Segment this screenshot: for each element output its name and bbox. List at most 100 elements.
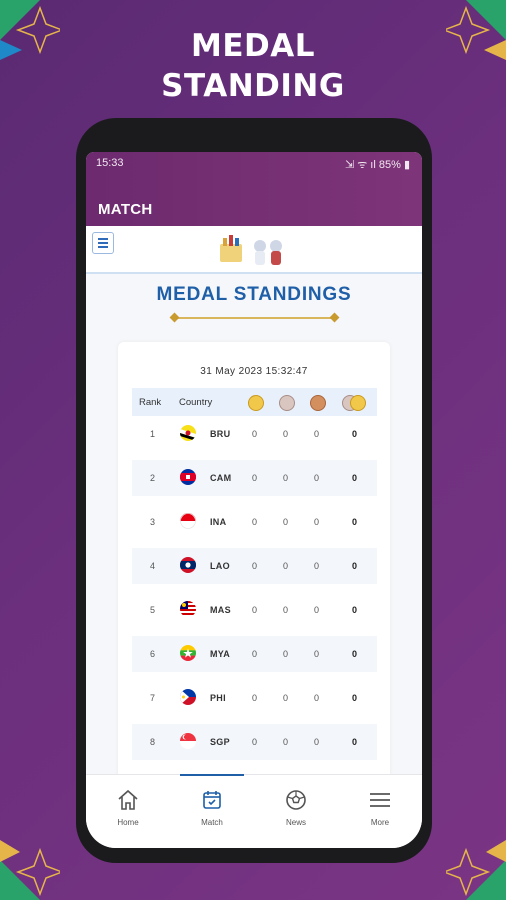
row-country-code: LAO <box>210 561 230 571</box>
nav-label-match: Match <box>201 818 223 827</box>
row-total: 0 <box>352 429 358 439</box>
promo-title-line2: STANDING <box>161 68 345 104</box>
flag-indonesia-icon <box>180 513 196 529</box>
divider-diamond-left <box>169 312 180 323</box>
phone-screen: 15:33 ⇲ ᯤ ıl 85% ▮ MATCH MEDAL STANDINGS… <box>86 152 422 848</box>
table-row[interactable]: 7 PHI 0 0 0 0 <box>132 680 377 716</box>
row-total: 0 <box>352 649 358 659</box>
row-rank: 5 <box>150 605 156 615</box>
games-header <box>86 226 422 274</box>
menu-line-icon <box>98 238 108 240</box>
menu-line-icon <box>98 246 108 248</box>
row-bronze: 0 <box>314 517 320 527</box>
row-gold: 0 <box>252 429 258 439</box>
nav-item-match[interactable]: Match <box>170 775 254 848</box>
games-logo <box>220 235 282 265</box>
row-silver: 0 <box>283 693 289 703</box>
row-gold: 0 <box>252 473 258 483</box>
nav-item-news[interactable]: News <box>254 775 338 848</box>
table-row[interactable]: 2 CAM 0 0 0 0 <box>132 460 377 496</box>
nav-item-home[interactable]: Home <box>86 775 170 848</box>
flag-malaysia-icon <box>180 601 196 617</box>
row-rank: 3 <box>150 517 156 527</box>
flag-philippines-icon <box>180 689 196 705</box>
row-country-code: CAM <box>210 473 232 483</box>
nav-item-more[interactable]: More <box>338 775 422 848</box>
row-rank: 8 <box>150 737 156 747</box>
row-gold: 0 <box>252 561 258 571</box>
phone-frame: 15:33 ⇲ ᯤ ıl 85% ▮ MATCH MEDAL STANDINGS… <box>76 118 432 863</box>
status-time: 15:33 <box>96 157 124 169</box>
row-country-code: BRU <box>210 429 231 439</box>
row-total: 0 <box>352 737 358 747</box>
table-row[interactable]: 6 MYA 0 0 0 0 <box>132 636 377 672</box>
row-total: 0 <box>352 473 358 483</box>
home-icon <box>118 789 138 810</box>
heading-divider <box>174 317 334 319</box>
row-rank: 7 <box>150 693 156 703</box>
row-rank: 6 <box>150 649 156 659</box>
row-bronze: 0 <box>314 737 320 747</box>
silver-medal-icon <box>279 395 295 411</box>
table-row[interactable]: 1 BRU 0 0 0 0 <box>132 416 377 452</box>
row-rank: 2 <box>150 473 156 483</box>
corner-decoration-bottom-right <box>446 840 506 900</box>
table-row[interactable]: 8 SGP 0 0 0 0 <box>132 724 377 760</box>
total-medals-icon <box>350 395 366 411</box>
row-bronze: 0 <box>314 473 320 483</box>
nav-label-more: More <box>370 818 390 827</box>
bronze-medal-icon <box>310 395 326 411</box>
table-row[interactable]: 3 INA 0 0 0 0 <box>132 504 377 540</box>
row-bronze: 0 <box>314 649 320 659</box>
row-total: 0 <box>352 517 358 527</box>
flag-brunei-icon <box>180 425 196 441</box>
row-silver: 0 <box>283 649 289 659</box>
update-timestamp: 31 May 2023 15:32:47 <box>200 366 308 377</box>
row-silver: 0 <box>283 517 289 527</box>
row-gold: 0 <box>252 693 258 703</box>
row-rank: 4 <box>150 561 156 571</box>
row-bronze: 0 <box>314 561 320 571</box>
row-bronze: 0 <box>314 605 320 615</box>
row-country-code: INA <box>210 517 227 527</box>
menu-button[interactable] <box>92 232 114 254</box>
row-gold: 0 <box>252 605 258 615</box>
app-bar: 15:33 ⇲ ᯤ ıl 85% ▮ MATCH <box>86 152 422 226</box>
hamburger-menu-icon <box>370 793 390 807</box>
medal-table-card: 31 May 2023 15:32:47 Rank Country 1 BRU <box>118 342 390 782</box>
nav-label-news: News <box>285 818 306 827</box>
row-silver: 0 <box>283 561 289 571</box>
row-country-code: MAS <box>210 605 231 615</box>
bottom-navigation: Home Match News More <box>86 774 422 848</box>
header-rank: Rank <box>139 397 162 408</box>
row-bronze: 0 <box>314 693 320 703</box>
football-icon <box>286 790 306 810</box>
app-bar-title: MATCH <box>98 201 153 218</box>
header-country: Country <box>179 397 213 408</box>
medal-standings-content[interactable]: MEDAL STANDINGS 31 May 2023 15:32:47 Ran… <box>86 226 422 782</box>
flag-myanmar-icon <box>180 645 196 661</box>
table-row[interactable]: 5 MAS 0 0 0 0 <box>132 592 377 628</box>
row-country-code: PHI <box>210 693 226 703</box>
status-bar: 15:33 ⇲ ᯤ ıl 85% ▮ <box>86 152 422 174</box>
row-silver: 0 <box>283 737 289 747</box>
row-rank: 1 <box>150 429 156 439</box>
menu-line-icon <box>98 242 108 244</box>
row-silver: 0 <box>283 605 289 615</box>
calendar-icon <box>203 791 221 809</box>
flag-singapore-icon <box>180 733 196 749</box>
corner-decoration-bottom-left <box>0 840 60 900</box>
row-country-code: SGP <box>210 737 230 747</box>
row-total: 0 <box>352 561 358 571</box>
row-total: 0 <box>352 693 358 703</box>
nav-label-home: Home <box>117 818 139 827</box>
flag-laos-icon <box>180 557 196 573</box>
page-heading: MEDAL STANDINGS <box>156 284 352 305</box>
table-row[interactable]: 4 LAO 0 0 0 0 <box>132 548 377 584</box>
gold-medal-icon <box>248 395 264 411</box>
table-rows: 1 BRU 0 0 0 0 2 CAM 0 0 0 0 3 INA 0 0 0 … <box>132 416 377 768</box>
row-gold: 0 <box>252 517 258 527</box>
divider-diamond-right <box>329 312 340 323</box>
promo-title-line1: MEDAL <box>190 28 315 64</box>
row-gold: 0 <box>252 649 258 659</box>
